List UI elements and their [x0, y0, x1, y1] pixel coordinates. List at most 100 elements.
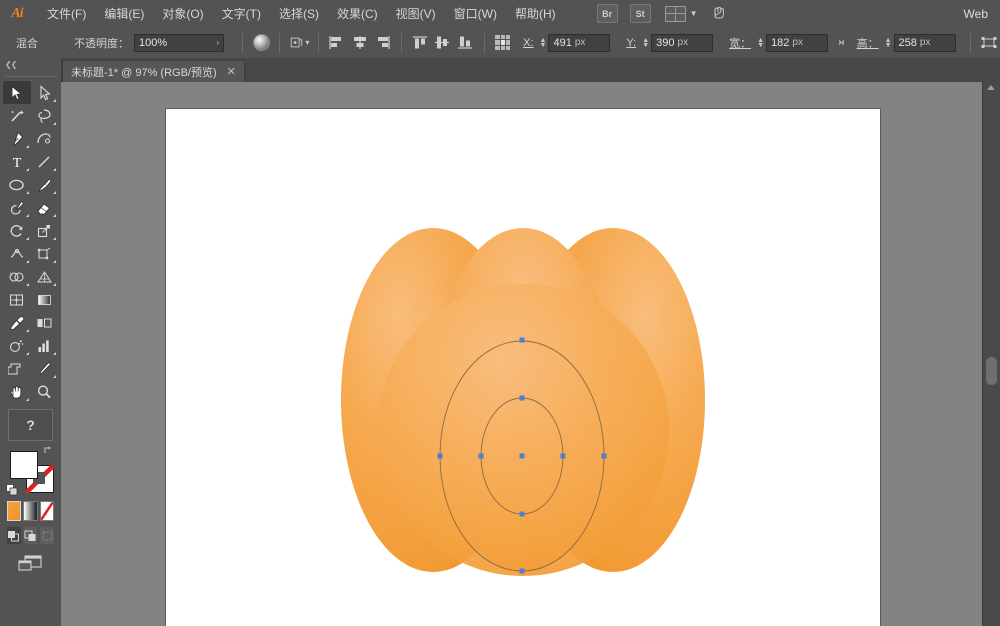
anchor-outer-left — [437, 453, 443, 459]
align-center-vertical-button[interactable] — [434, 33, 453, 53]
width-tool[interactable] — [3, 242, 31, 265]
toolbar-drag-grip[interactable] — [4, 70, 57, 77]
symbol-sprayer-tool[interactable] — [3, 334, 31, 357]
lasso-tool[interactable] — [31, 104, 59, 127]
tool-flyout-indicator — [53, 375, 56, 378]
canvas-vertical-scrollbar[interactable] — [982, 82, 1000, 626]
screen-mode-button[interactable] — [16, 552, 46, 574]
transform-panel-button[interactable] — [979, 33, 998, 53]
menu-select[interactable]: 选择(S) — [270, 1, 328, 26]
fill-swatch[interactable] — [10, 451, 38, 479]
y-stepper[interactable]: ▲ ▼ — [642, 37, 649, 49]
gradient-tool[interactable] — [31, 288, 59, 311]
gradient-swatch-button[interactable] — [252, 33, 271, 53]
y-input[interactable]: 390 px — [651, 33, 714, 52]
width-unit: px — [792, 37, 803, 48]
workspace-label: Web — [963, 6, 988, 21]
rotate-tool[interactable] — [3, 219, 31, 242]
align-top-button[interactable] — [411, 33, 430, 53]
draw-inside-button[interactable] — [40, 527, 55, 544]
height-stepper[interactable]: ▲ ▼ — [885, 37, 892, 49]
paintbrush-tool[interactable] — [31, 173, 59, 196]
scrollbar-thumb[interactable] — [986, 357, 997, 385]
anchor-inner-bottom — [519, 511, 525, 517]
height-label: 高： — [856, 37, 879, 50]
document-tab[interactable]: 未标题-1* @ 97% (RGB/预览) ✕ — [62, 60, 245, 82]
swap-fill-stroke-icon[interactable] — [43, 445, 53, 455]
none-fill-button[interactable] — [39, 501, 54, 521]
close-icon[interactable]: ✕ — [227, 65, 236, 78]
menu-view[interactable]: 视图(V) — [387, 1, 445, 26]
width-stepper[interactable]: ▲ ▼ — [757, 37, 764, 49]
width-value: 182 — [771, 36, 790, 49]
tool-flyout-indicator — [53, 352, 56, 355]
align-left-button[interactable] — [328, 33, 347, 53]
menu-window[interactable]: 窗口(W) — [445, 1, 506, 26]
width-input[interactable]: 182 px — [766, 33, 829, 52]
ellipse-tool[interactable] — [3, 173, 31, 196]
eyedropper-tool[interactable] — [3, 311, 31, 334]
opacity-group: 不透明度： 100% › — [74, 33, 224, 52]
menu-edit[interactable]: 编辑(E) — [95, 1, 153, 26]
slice-tool[interactable] — [31, 357, 59, 380]
tool-flyout-indicator — [25, 352, 29, 355]
shape-builder-tool[interactable] — [3, 265, 31, 288]
arrange-grid-icon — [664, 5, 686, 22]
direct-selection-tool[interactable] — [31, 81, 59, 104]
selection-tool[interactable] — [3, 81, 31, 104]
magic-wand-tool[interactable] — [3, 104, 31, 127]
mesh-tool[interactable] — [3, 288, 31, 311]
tool-flyout-indicator — [25, 398, 29, 401]
hand-pointer-icon[interactable] — [710, 5, 727, 23]
height-input[interactable]: 258 px — [893, 33, 956, 52]
tool-flyout-indicator — [53, 99, 56, 102]
transform-reference-point[interactable] — [494, 33, 513, 53]
draw-behind-button[interactable] — [23, 527, 38, 544]
opacity-label: 不透明度： — [74, 37, 129, 50]
blend-label: 混合 — [16, 37, 38, 50]
workspace-switcher[interactable]: Web — [958, 7, 1000, 21]
eraser-tool[interactable] — [31, 196, 59, 219]
opacity-input[interactable]: 100% › — [134, 33, 224, 52]
constrain-proportions-button[interactable] — [832, 33, 851, 53]
bridge-button[interactable]: Br — [596, 4, 618, 23]
align-center-horizontal-button[interactable] — [351, 33, 370, 53]
draw-normal-button[interactable] — [7, 527, 21, 544]
x-input[interactable]: 491 px — [548, 33, 611, 52]
pen-tool[interactable] — [3, 127, 31, 150]
tool-flyout-indicator — [53, 191, 56, 194]
recolor-artwork-button[interactable]: ▾ — [289, 33, 309, 53]
fill-stroke-control — [6, 443, 55, 497]
type-tool[interactable]: T — [3, 150, 31, 173]
arrange-documents-button[interactable]: ▼ — [664, 5, 698, 22]
line-segment-tool[interactable] — [31, 150, 59, 173]
hand-tool[interactable] — [3, 380, 31, 403]
scale-tool[interactable] — [31, 219, 59, 242]
stock-button[interactable]: St — [629, 4, 651, 23]
perspective-grid-tool[interactable] — [31, 265, 59, 288]
shaper-tool[interactable] — [3, 196, 31, 219]
curvature-tool[interactable] — [31, 127, 59, 150]
menu-object[interactable]: 对象(O) — [153, 1, 212, 26]
column-graph-tool[interactable] — [31, 334, 59, 357]
chevron-right-icon[interactable]: › — [216, 38, 219, 47]
document-canvas[interactable] — [61, 82, 983, 626]
menu-effect[interactable]: 效果(C) — [328, 1, 387, 26]
zoom-tool[interactable] — [31, 380, 59, 403]
align-right-button[interactable] — [373, 33, 392, 53]
menu-type[interactable]: 文字(T) — [213, 1, 270, 26]
color-fill-button[interactable] — [7, 501, 22, 521]
align-bottom-button[interactable] — [456, 33, 475, 53]
scroll-up-arrow-icon[interactable] — [987, 85, 995, 90]
tool-flyout-indicator — [25, 329, 29, 332]
menu-file[interactable]: 文件(F) — [38, 1, 95, 26]
gradient-fill-button[interactable] — [23, 501, 38, 521]
artboard-tool[interactable] — [3, 357, 31, 380]
menu-help[interactable]: 帮助(H) — [506, 1, 565, 26]
default-fill-stroke-icon[interactable] — [6, 484, 18, 496]
toolbar-collapse-handle[interactable]: ❮❮ — [0, 58, 61, 70]
free-transform-tool[interactable] — [31, 242, 59, 265]
blend-tool[interactable] — [31, 311, 59, 334]
help-button[interactable]: ? — [8, 409, 53, 441]
x-stepper[interactable]: ▲ ▼ — [540, 37, 547, 49]
